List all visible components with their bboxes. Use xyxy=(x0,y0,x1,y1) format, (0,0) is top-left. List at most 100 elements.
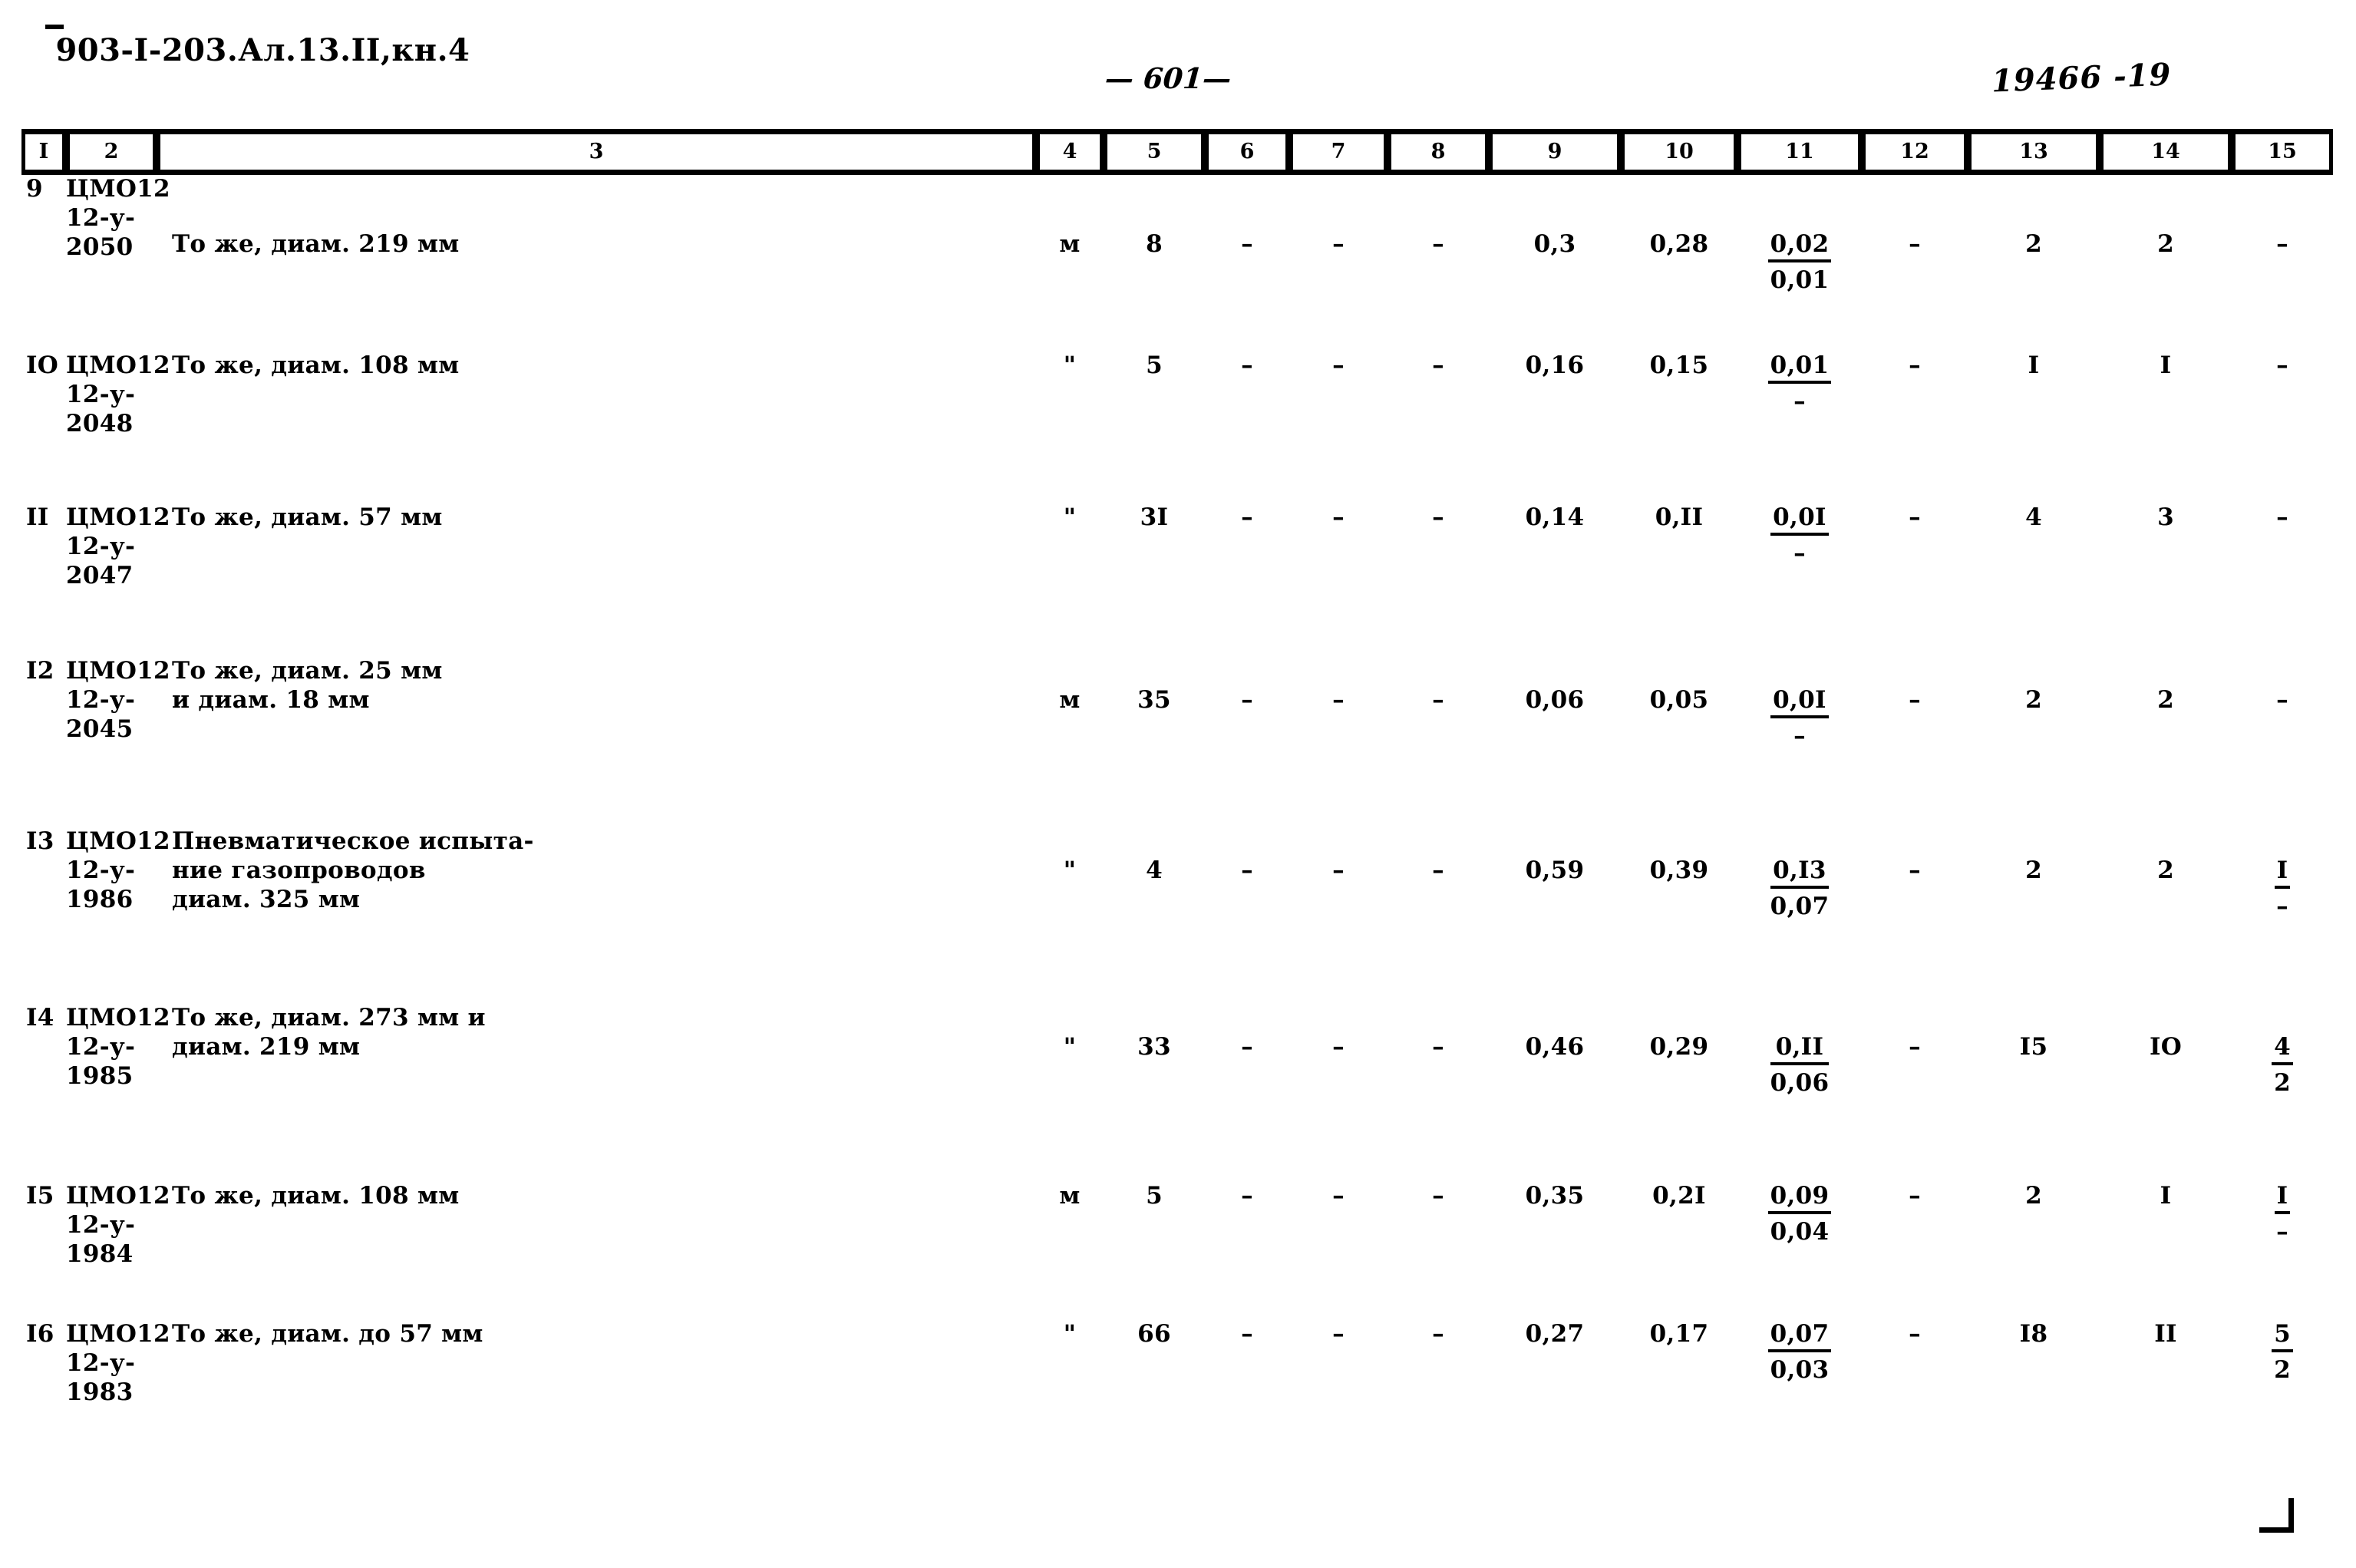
row-value-9: 0,59 xyxy=(1525,857,1585,884)
row-value-6: – xyxy=(1241,1182,1253,1210)
fraction-denominator: 0,06 xyxy=(1770,1068,1830,1097)
column-header-12: 12 xyxy=(1862,134,1968,170)
fraction-denominator: 2 xyxy=(2274,1355,2291,1384)
row-value-7: – xyxy=(1332,503,1345,531)
row-value-7: – xyxy=(1332,857,1345,884)
row-value-15-fraction: I – xyxy=(2232,1182,2333,1246)
row-value-6: – xyxy=(1241,352,1253,379)
row-norm-code: ЦМО12 12-у- 1983 xyxy=(66,1320,170,1406)
fraction-numerator: 0,01 xyxy=(1767,352,1832,384)
row-qty: 4 xyxy=(1146,857,1163,884)
row-value-11-fraction: 0,02 0,01 xyxy=(1737,175,1862,295)
row-value-14: 2 xyxy=(2157,686,2174,714)
archive-stamp-number: 19466 -19 xyxy=(1991,56,2173,100)
row-norm-code: ЦМО12 12-у- 2047 xyxy=(66,503,170,589)
row-value-8: – xyxy=(1432,686,1444,714)
row-description: То же, диам. 25 мм и диам. 18 мм xyxy=(172,657,443,714)
row-item-number: 9 xyxy=(26,175,43,203)
table-row: I5 ЦМО12 12-у- 1984 То же, диам. 108 мм м 5 –… xyxy=(21,1182,2333,1320)
column-header-1: I xyxy=(21,134,66,170)
row-unit: " xyxy=(1063,857,1077,884)
table-column-header: I 2 3 4 5 6 7 8 9 10 11 12 13 14 15 xyxy=(21,129,2333,175)
row-value-8: – xyxy=(1432,857,1444,884)
row-description: То же, диам. 57 мм xyxy=(172,503,443,531)
row-value-10: 0,II xyxy=(1655,503,1704,531)
table-body: 9 ЦМО12 12-у- 2050 То же, диам. 219 мм м 8 – –… xyxy=(21,175,2333,1466)
row-value-11-fraction: 0,01 – xyxy=(1737,352,1862,416)
row-value-15-fraction: – xyxy=(2232,503,2333,533)
row-qty: 66 xyxy=(1137,1320,1171,1348)
row-value-10: 0,29 xyxy=(1649,1033,1709,1061)
row-item-number: II xyxy=(26,503,49,531)
row-unit: м xyxy=(1059,230,1081,258)
column-header-5: 5 xyxy=(1104,134,1205,170)
row-value-7: – xyxy=(1332,1320,1345,1348)
row-value-12: – xyxy=(1909,230,1921,258)
row-value-15: – xyxy=(2276,686,2288,714)
row-value-7: – xyxy=(1332,1033,1345,1061)
fraction-numerator: 0,09 xyxy=(1767,1182,1832,1214)
row-description: То же, диам. 219 мм xyxy=(172,230,460,258)
row-item-number: I2 xyxy=(26,657,54,685)
fraction-numerator: 0,02 xyxy=(1767,230,1832,262)
row-item-number: I6 xyxy=(26,1320,54,1348)
row-value-11-fraction: 0,07 0,03 xyxy=(1737,1320,1862,1385)
row-value-6: – xyxy=(1241,857,1253,884)
row-value-13: I5 xyxy=(2019,1033,2048,1061)
fraction-numerator: 0,07 xyxy=(1767,1320,1832,1352)
row-value-8: – xyxy=(1432,230,1444,258)
column-header-4: 4 xyxy=(1036,134,1104,170)
row-description: То же, диам. 273 мм и диам. 219 мм xyxy=(172,1004,486,1061)
row-value-10: 0,28 xyxy=(1649,230,1709,258)
row-value-8: – xyxy=(1432,1182,1444,1210)
row-value-12: – xyxy=(1909,686,1921,714)
row-qty: 3I xyxy=(1140,503,1169,531)
row-value-14: 2 xyxy=(2157,857,2174,884)
row-value-13: 4 xyxy=(2025,503,2042,531)
row-value-8: – xyxy=(1432,1320,1444,1348)
row-value-6: – xyxy=(1241,686,1253,714)
row-value-10: 0,39 xyxy=(1649,857,1709,884)
row-unit: м xyxy=(1059,686,1081,714)
row-value-14: I xyxy=(2160,352,2172,379)
document-code: 903-I-203.Ал.13.II,кн.4 xyxy=(45,25,470,68)
row-value-15-fraction: 52 xyxy=(2232,1320,2333,1385)
row-value-13: 2 xyxy=(2025,686,2042,714)
row-value-8: – xyxy=(1432,1033,1444,1061)
row-value-6: – xyxy=(1241,503,1253,531)
row-value-6: – xyxy=(1241,1320,1253,1348)
row-value-15: – xyxy=(2276,503,2288,531)
page-number: — 601— xyxy=(1104,61,1232,95)
row-value-14: II xyxy=(2154,1320,2177,1348)
row-value-9: 0,46 xyxy=(1525,1033,1585,1061)
table-row: I3 ЦМО12 12-у- 1986 Пневматическое испыта-… xyxy=(21,827,2333,1004)
row-item-number: IO xyxy=(26,352,59,379)
row-value-13: 2 xyxy=(2025,857,2042,884)
row-value-11-fraction: 0,0I – xyxy=(1737,503,1862,568)
column-header-6: 6 xyxy=(1205,134,1289,170)
column-header-8: 8 xyxy=(1388,134,1489,170)
row-norm-code: ЦМО12 12-у- 1986 xyxy=(66,827,170,913)
row-qty: 33 xyxy=(1137,1033,1171,1061)
fraction-numerator: 0,0I xyxy=(1770,686,1829,718)
row-item-number: I5 xyxy=(26,1182,54,1210)
row-description: То же, диам. 108 мм xyxy=(172,1182,460,1210)
row-value-12: – xyxy=(1909,1182,1921,1210)
fraction-numerator: 4 xyxy=(2272,1033,2293,1065)
row-value-13: 2 xyxy=(2025,230,2042,258)
row-value-8: – xyxy=(1432,352,1444,379)
column-header-9: 9 xyxy=(1489,134,1621,170)
row-item-number: I3 xyxy=(26,827,54,855)
row-item-number: I4 xyxy=(26,1004,54,1032)
page-root: { "header": { "document_code": "903-I-20… xyxy=(0,0,2356,1568)
row-value-14: IO xyxy=(2149,1033,2183,1061)
fraction-denominator: 0,07 xyxy=(1770,892,1830,920)
fraction-numerator: 5 xyxy=(2272,1320,2293,1352)
row-qty: 5 xyxy=(1146,1182,1163,1210)
fraction-numerator: 0,0I xyxy=(1770,503,1829,536)
row-norm-code: ЦМО12 12-у- 2045 xyxy=(66,657,170,743)
row-value-11-fraction: 0,0I – xyxy=(1737,657,1862,751)
fraction-numerator: 0,II xyxy=(1770,1033,1830,1065)
row-value-7: – xyxy=(1332,352,1345,379)
row-value-15-fraction: – xyxy=(2232,175,2333,259)
